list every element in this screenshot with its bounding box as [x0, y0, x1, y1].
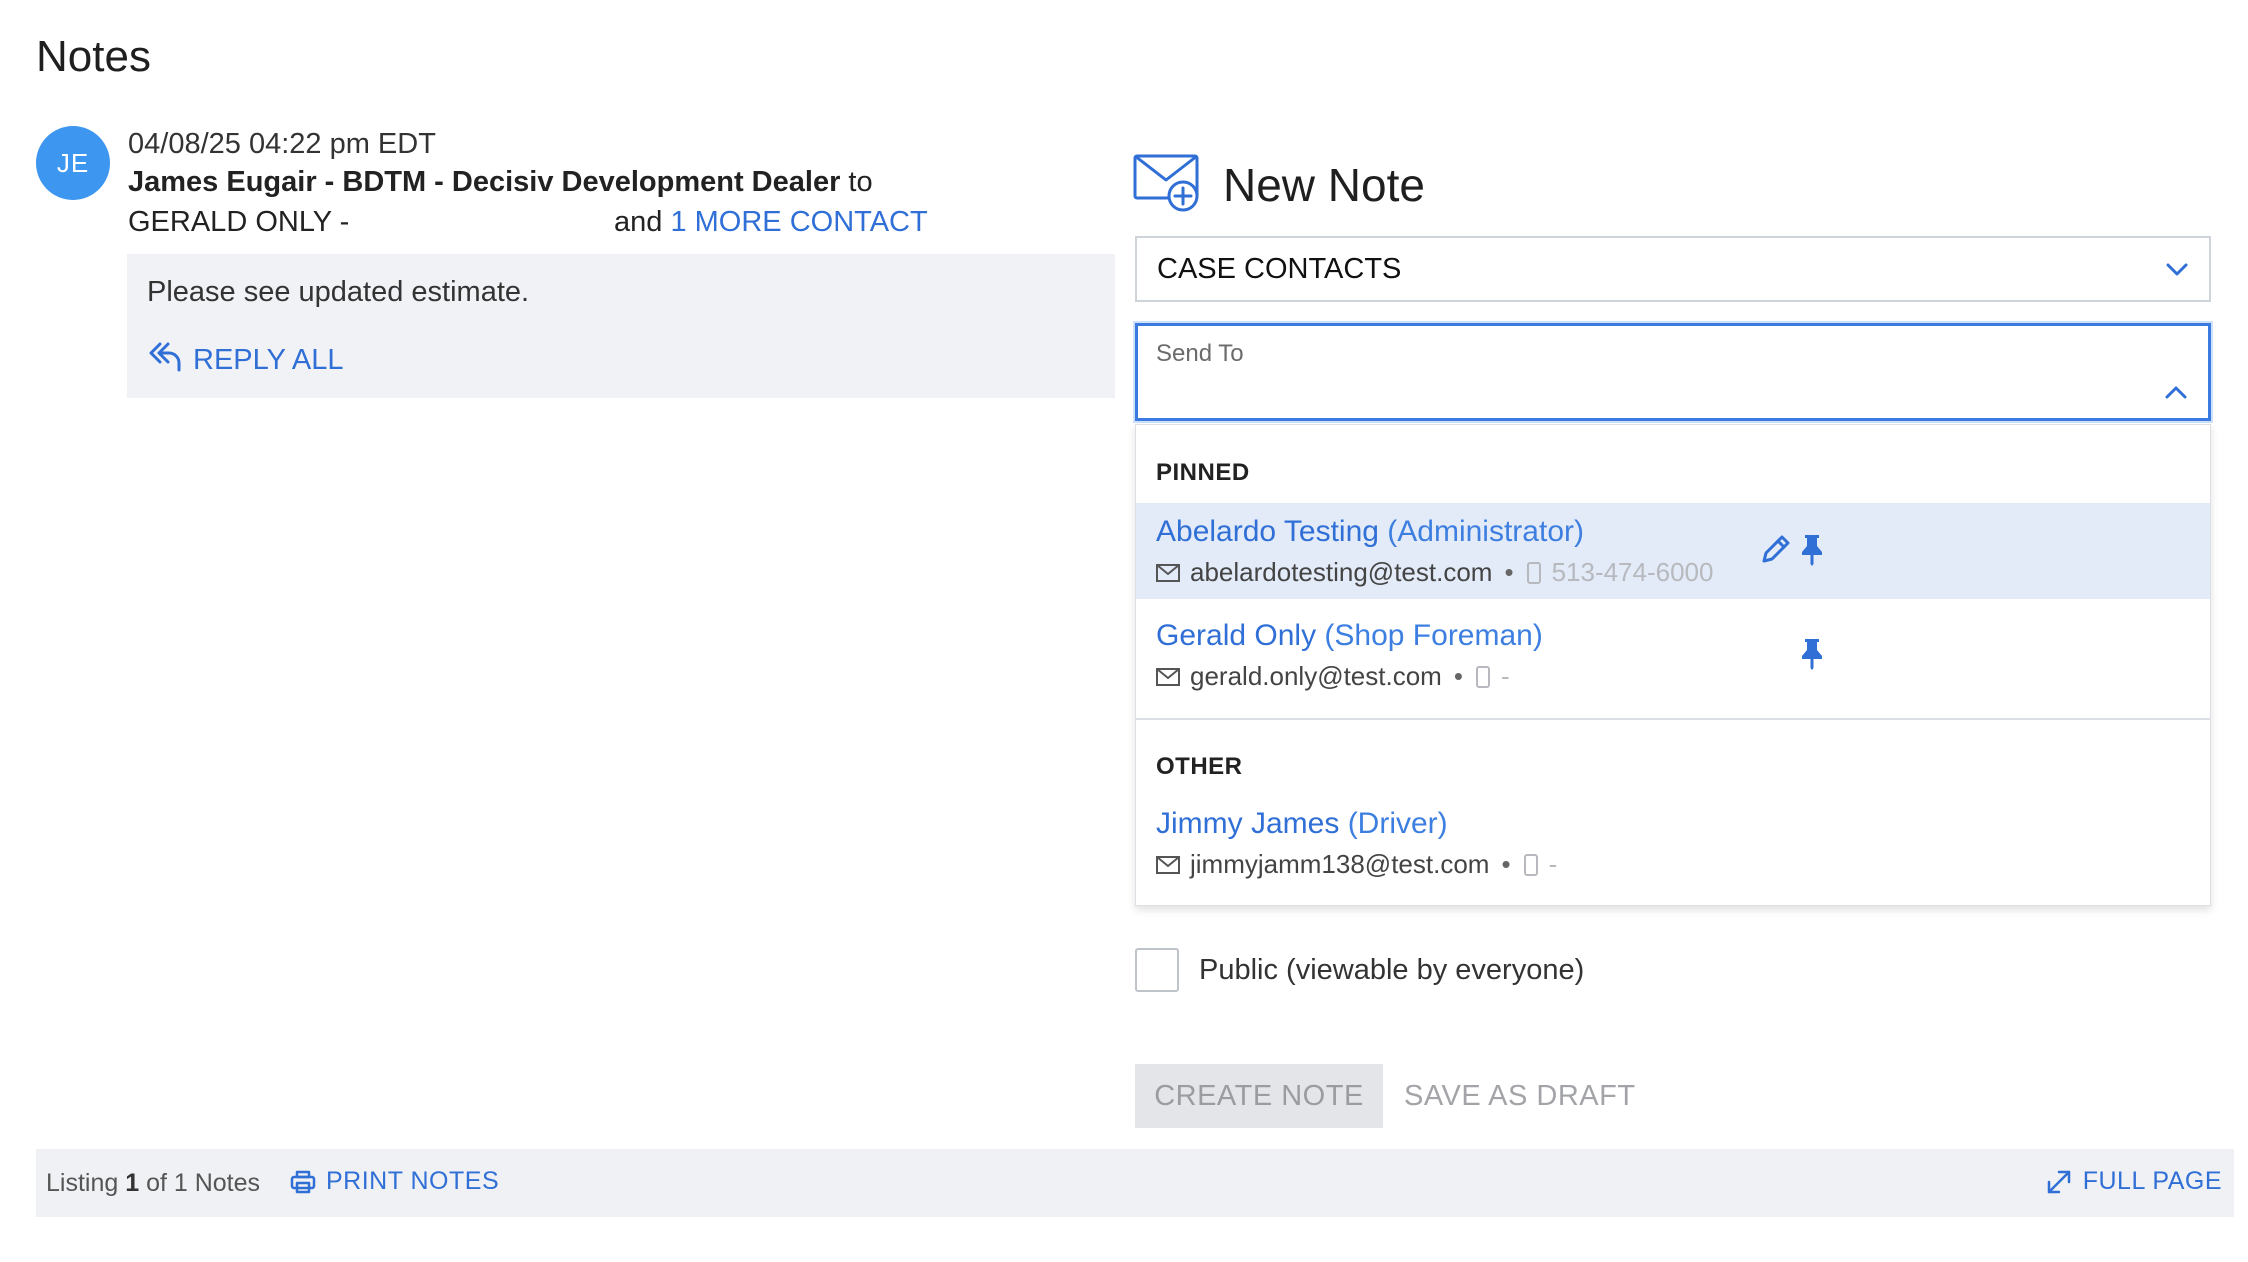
avatar: JE	[36, 126, 110, 200]
listing-current: 1	[125, 1169, 140, 1197]
print-notes-label: PRINT NOTES	[326, 1167, 500, 1195]
pinned-group-label: PINNED	[1156, 459, 1250, 486]
chevron-up-icon[interactable]	[2162, 378, 2190, 406]
contact-meta: jimmyjamm138@test.com • -	[1156, 849, 1557, 880]
note-author-line: James Eugair - BDTM - Decisiv Developmen…	[128, 166, 873, 199]
contact-option[interactable]: Abelardo Testing (Administrator) abelard…	[1136, 503, 2210, 599]
phone-icon	[1523, 853, 1538, 876]
page-title: Notes	[36, 32, 151, 81]
contact-name-line: Gerald Only (Shop Foreman)	[1156, 619, 1543, 653]
public-option: Public (viewable by everyone)	[1135, 948, 1584, 992]
contact-role: (Administrator)	[1387, 515, 1584, 548]
contact-meta: abelardotesting@test.com • 513-474-6000	[1156, 557, 1713, 588]
full-page-button[interactable]: FULL PAGE	[2045, 1167, 2222, 1196]
listing-suffix: of 1 Notes	[146, 1169, 261, 1197]
contact-option[interactable]: Gerald Only (Shop Foreman) gerald.only@t…	[1136, 607, 2210, 703]
public-label: Public (viewable by everyone)	[1199, 953, 1585, 986]
contact-name: Gerald Only	[1156, 619, 1317, 652]
contact-name: Jimmy James	[1156, 807, 1340, 840]
contact-phone: -	[1548, 849, 1558, 879]
contact-meta: gerald.only@test.com • -	[1156, 661, 1510, 692]
contact-role: (Driver)	[1347, 807, 1448, 840]
more-contacts-link[interactable]: 1 MORE CONTACT	[670, 206, 927, 238]
contact-name: Abelardo Testing	[1156, 515, 1379, 548]
pin-icon[interactable]	[1794, 531, 1830, 567]
case-contacts-value: CASE CONTACTS	[1157, 252, 1402, 285]
contact-phone: 513-474-6000	[1551, 557, 1714, 587]
printer-icon	[290, 1170, 316, 1193]
notes-footer: Listing 1 of 1 Notes PRINT NOTES FULL PA…	[36, 1149, 2234, 1217]
note-card: Please see updated estimate. REPLY ALL	[127, 254, 1115, 398]
note-to-word: to	[848, 166, 873, 198]
create-note-button[interactable]: CREATE NOTE	[1135, 1064, 1383, 1128]
mail-add-icon	[1133, 150, 1203, 219]
new-note-title: New Note	[1223, 158, 1425, 211]
group-divider	[1136, 718, 2210, 720]
other-group-label: OTHER	[1156, 753, 1243, 780]
email-icon	[1156, 855, 1180, 874]
print-notes-button[interactable]: PRINT NOTES	[290, 1167, 499, 1196]
new-note-header: New Note	[1133, 150, 1425, 219]
listing-prefix: Listing	[46, 1169, 119, 1197]
reply-all-label: REPLY ALL	[193, 343, 344, 376]
contact-phone: -	[1500, 661, 1510, 691]
note-recipient-line: GERALD ONLY - and 1 MORE CONTACT	[128, 206, 948, 239]
pin-icon[interactable]	[1794, 635, 1830, 671]
case-contacts-select[interactable]: CASE CONTACTS	[1135, 236, 2211, 302]
expand-icon	[2047, 1170, 2070, 1193]
contact-name-line: Jimmy James (Driver)	[1156, 807, 1448, 841]
note-timestamp: 04/08/25 04:22 pm EDT	[128, 128, 436, 160]
contact-option[interactable]: Jimmy James (Driver) jimmyjamm138@test.c…	[1136, 795, 2210, 891]
reply-all-icon	[147, 338, 183, 382]
chevron-down-icon	[2166, 263, 2188, 276]
note-body: Please see updated estimate.	[147, 276, 530, 308]
note-recipient: GERALD ONLY -	[128, 206, 350, 238]
separator-dot: •	[1453, 661, 1463, 691]
public-checkbox[interactable]	[1135, 948, 1179, 992]
note-author: James Eugair - BDTM - Decisiv Developmen…	[128, 166, 841, 198]
email-icon	[1156, 667, 1180, 686]
full-page-label: FULL PAGE	[2082, 1167, 2222, 1195]
save-as-draft-button[interactable]: SAVE AS DRAFT	[1404, 1064, 1636, 1128]
phone-icon	[1475, 665, 1490, 688]
contact-email: abelardotesting@test.com	[1190, 557, 1493, 587]
listing-count: Listing 1 of 1 Notes	[46, 1169, 260, 1198]
contact-role: (Shop Foreman)	[1324, 619, 1543, 652]
contact-name-line: Abelardo Testing (Administrator)	[1156, 515, 1584, 549]
separator-dot: •	[1504, 557, 1514, 587]
separator-dot: •	[1501, 849, 1511, 879]
edit-pencil-icon[interactable]	[1758, 531, 1794, 567]
send-to-input[interactable]: Send To	[1135, 323, 2211, 421]
email-icon	[1156, 563, 1180, 582]
send-to-label: Send To	[1156, 340, 1244, 367]
note-and-word: and	[614, 206, 663, 238]
contact-email: gerald.only@test.com	[1190, 661, 1442, 691]
contact-email: jimmyjamm138@test.com	[1190, 849, 1490, 879]
reply-all-button[interactable]: REPLY ALL	[147, 338, 343, 382]
phone-icon	[1526, 561, 1541, 584]
send-to-dropdown: PINNED Abelardo Testing (Administrator) …	[1135, 424, 2211, 906]
